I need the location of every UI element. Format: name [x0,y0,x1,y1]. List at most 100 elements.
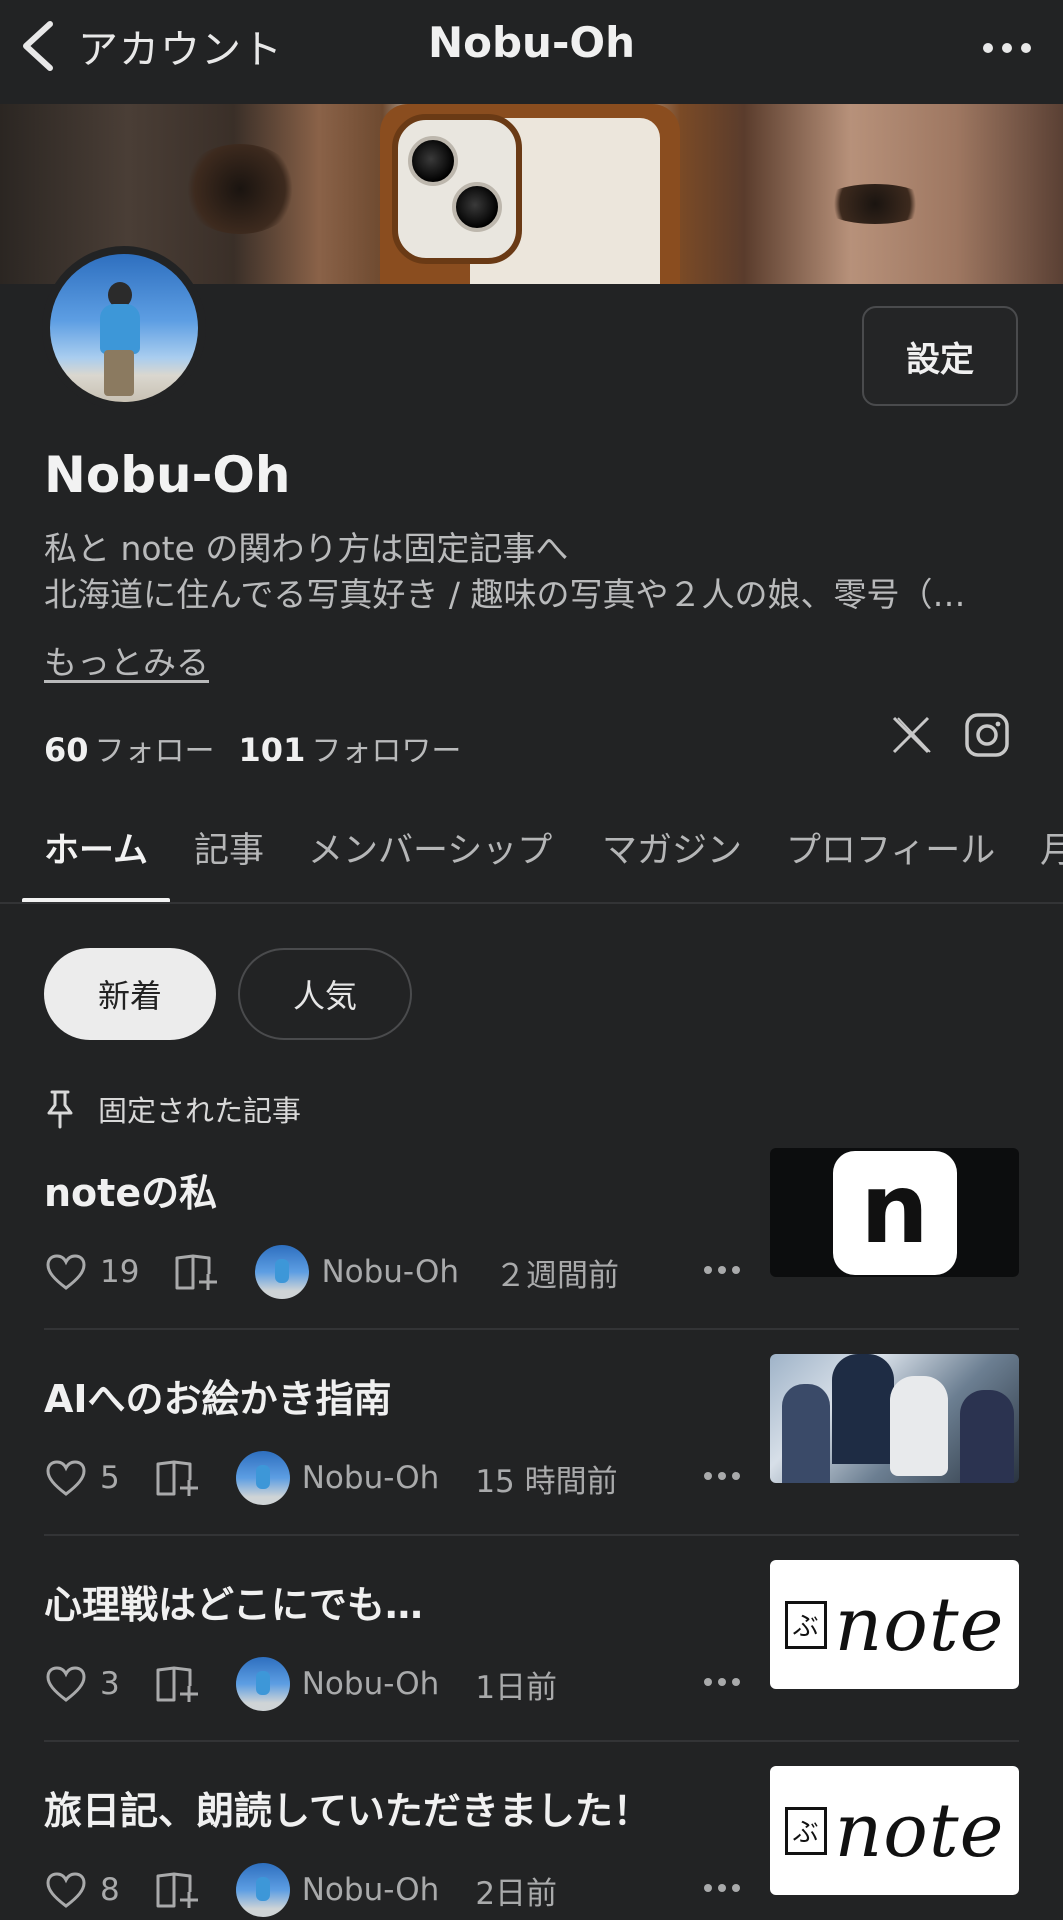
article-thumbnail[interactable]: ぶ note [770,1560,1019,1689]
tab-magazine[interactable]: マガジン [602,822,742,873]
banner-detail [820,184,930,224]
banner-detail [180,144,300,234]
divider [44,1740,1019,1742]
tab-profile[interactable]: プロフィール [786,822,995,873]
like-count: 3 [100,1666,120,1702]
add-to-magazine-icon[interactable] [154,1458,202,1498]
banner-lens [452,182,502,232]
avatar-detail [100,304,140,354]
author-avatar[interactable] [235,1863,290,1917]
article-item[interactable]: noteの私 19 Nobu-Oh ２週間前 n [0,1148,1063,1354]
article-thumbnail[interactable]: n [770,1148,1019,1277]
heart-icon[interactable] [44,1252,88,1292]
article-meta: 3 Nobu-Oh 1日前 [44,1656,557,1712]
follow-stats: 60 フォロー 101 フォロワー [44,726,485,770]
note-logo-letter: n [860,1152,929,1265]
author-avatar[interactable] [235,1657,290,1711]
article-more-button[interactable] [704,1678,740,1690]
author-name[interactable]: Nobu-Oh [321,1254,459,1290]
article-more-button[interactable] [704,1884,740,1896]
article-time: 15 時間前 [475,1463,618,1500]
profile-tabs: ホーム 記事 メンバーシップ マガジン プロフィール 月 [0,792,1063,904]
ellipsis-dot [718,1678,726,1686]
x-icon[interactable] [888,712,934,758]
thumbnail-detail [960,1390,1014,1483]
more-options-button[interactable] [975,28,1039,68]
ellipsis-dot [718,1266,726,1274]
article-title[interactable]: 旅日記、朗読していただきました！ [44,1780,651,1835]
tab-home[interactable]: ホーム [44,822,148,873]
sort-new-button[interactable]: 新着 [44,948,216,1040]
settings-button[interactable]: 設定 [862,306,1018,406]
following-label: フォロー [94,734,215,769]
ellipsis-dot [732,1266,740,1274]
avatar[interactable] [50,254,198,402]
followers-label: フォロワー [311,734,462,769]
note-logo-icon: n [832,1150,957,1275]
heart-icon[interactable] [44,1870,88,1910]
ellipsis-dot [1021,43,1031,53]
tab-articles[interactable]: 記事 [194,822,264,873]
thumbnail-word: note [834,1581,1005,1668]
banner-camera [392,114,522,264]
heart-icon[interactable] [44,1458,88,1498]
author-name[interactable]: Nobu-Oh [302,1872,440,1908]
active-tab-indicator [22,898,170,902]
article-meta: 8 Nobu-Oh 2日前 [44,1862,557,1918]
add-to-magazine-icon[interactable] [154,1870,202,1910]
ellipsis-icon [983,43,993,53]
followers-count: 101 [238,731,306,769]
ellipsis-dot [732,1678,740,1686]
top-bar: アカウント Nobu-Oh [0,0,1063,104]
ellipsis-dot [1002,43,1012,53]
sort-popular-button[interactable]: 人気 [238,948,412,1040]
banner-lens [408,136,458,186]
add-to-magazine-icon[interactable] [154,1664,202,1704]
article-title[interactable]: AIへのお絵かき指南 [44,1368,392,1423]
author-name[interactable]: Nobu-Oh [302,1460,440,1496]
followers-link[interactable]: 101 フォロワー [239,726,462,770]
pinned-label: 固定された記事 [98,1094,302,1128]
article-more-button[interactable] [704,1266,740,1278]
ellipsis-dot [718,1472,726,1480]
article-time: ２週間前 [495,1257,620,1294]
divider [44,1328,1019,1330]
profile-bio: 私と note の関わり方は固定記事へ 北海道に住んでる写真好き / 趣味の写真… [44,526,1024,618]
pin-icon [47,1090,73,1129]
article-title[interactable]: 心理戦はどこにでも… [44,1574,423,1629]
article-more-button[interactable] [704,1472,740,1484]
ellipsis-icon [704,1678,712,1686]
note-stamp-icon: ぶ [784,1600,827,1649]
following-count: 60 [44,731,89,769]
ellipsis-dot [732,1472,740,1480]
author-name[interactable]: Nobu-Oh [302,1666,440,1702]
note-stamp-icon: ぶ [784,1806,827,1855]
instagram-icon[interactable] [964,712,1010,758]
article-title[interactable]: noteの私 [44,1162,217,1217]
like-count: 5 [100,1460,120,1496]
thumbnail-detail [832,1354,894,1464]
thumbnail-detail [782,1384,830,1483]
article-item[interactable]: 心理戦はどこにでも… 3 Nobu-Oh 1日前 ぶ note [0,1560,1063,1766]
article-item[interactable]: AIへのお絵かき指南 5 Nobu-Oh 15 時間前 [0,1354,1063,1560]
avatar-detail [104,350,134,396]
tab-membership[interactable]: メンバーシップ [308,822,552,873]
see-more-link[interactable]: もっとみる [44,636,209,684]
article-item[interactable]: 旅日記、朗読していただきました！ 8 Nobu-Oh 2日前 ぶ note [0,1766,1063,1920]
divider [44,1534,1019,1536]
following-link[interactable]: 60 フォロー [44,726,215,770]
add-to-magazine-icon[interactable] [173,1252,221,1292]
ellipsis-icon [704,1266,712,1274]
author-avatar[interactable] [235,1451,290,1505]
article-time: 2日前 [475,1875,558,1912]
author-avatar[interactable] [255,1245,310,1299]
robot-figure [890,1376,948,1476]
article-time: 1日前 [475,1669,558,1706]
page-title: Nobu-Oh [427,18,635,67]
tab-monthly[interactable]: 月 [1040,822,1063,873]
article-thumbnail[interactable] [770,1354,1019,1483]
ellipsis-dot [732,1884,740,1892]
article-thumbnail[interactable]: ぶ note [770,1766,1019,1895]
profile-name: Nobu-Oh [44,446,291,504]
heart-icon[interactable] [44,1664,88,1704]
